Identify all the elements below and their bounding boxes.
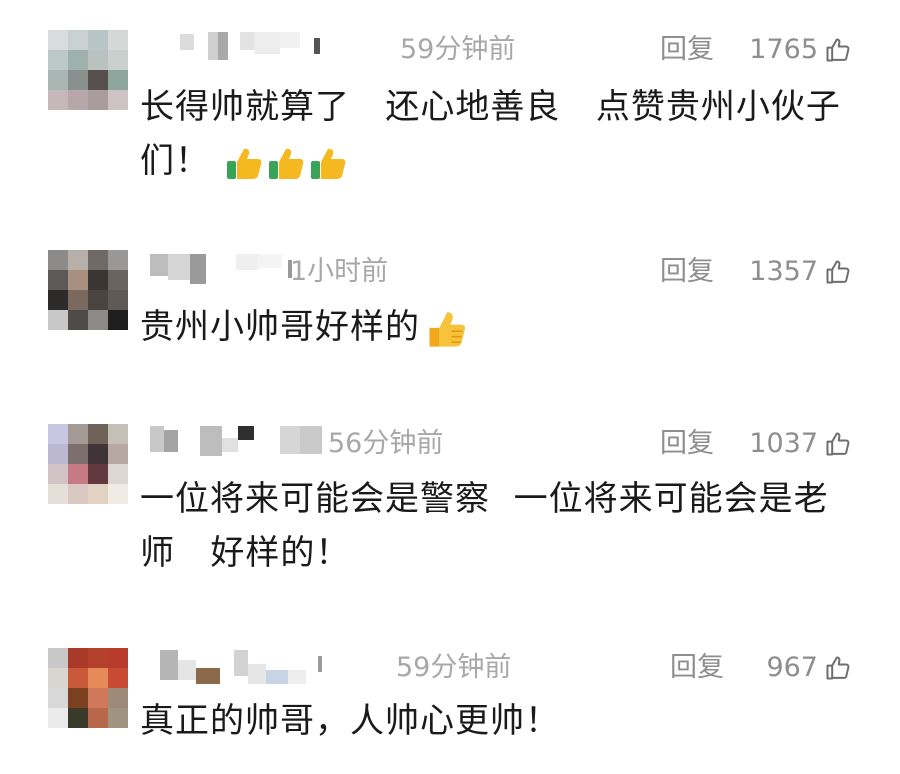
thumbs-up-outline-icon <box>826 656 850 680</box>
thumbs-up-icon <box>227 148 262 179</box>
like-button[interactable]: 1037 <box>749 424 852 464</box>
avatar[interactable] <box>48 250 128 330</box>
avatar[interactable] <box>48 30 128 110</box>
username-blurred[interactable] <box>160 650 322 684</box>
username-blurred[interactable] <box>150 426 322 460</box>
reply-button[interactable]: 回复 <box>670 648 724 688</box>
username-blurred[interactable] <box>180 32 320 66</box>
comment-header: 1小时前 回复 1357 <box>140 252 860 292</box>
comment-text: 一位将来可能会是警察 一位将来可能会是老师 好样的！ <box>140 472 860 580</box>
username-blurred[interactable] <box>150 254 292 288</box>
comment-time: 59分钟前 <box>400 34 516 65</box>
like-button[interactable]: 1357 <box>749 252 852 292</box>
reply-button[interactable]: 回复 <box>660 252 714 292</box>
comment-text: 长得帅就算了 还心地善良 点赞贵州小伙子们！ <box>140 80 860 188</box>
reply-button[interactable]: 回复 <box>660 30 714 70</box>
comment-header: 59分钟前 回复 1765 <box>140 30 860 70</box>
comment-time: 59分钟前 <box>396 652 512 683</box>
emoji-group <box>224 143 348 183</box>
like-button[interactable]: 1765 <box>749 30 852 70</box>
like-count: 1037 <box>749 428 818 459</box>
reply-button[interactable]: 回复 <box>660 424 714 464</box>
comment-text: 贵州小帅哥好样的 <box>140 300 860 354</box>
thumbs-up-icon <box>311 148 346 179</box>
comment-time: 56分钟前 <box>328 428 444 459</box>
emoji-group <box>424 307 468 351</box>
comment-time: 1小时前 <box>290 256 389 287</box>
comment-header: 59分钟前 回复 967 <box>140 648 860 688</box>
comment-header: 56分钟前 回复 1037 <box>140 424 860 464</box>
thumbs-up-outline-icon <box>826 260 850 284</box>
comment-text-content: 贵州小帅哥好样的 <box>140 307 420 347</box>
comment-text: 真正的帅哥，人帅心更帅！ <box>140 694 860 748</box>
thumbs-up-outline-icon <box>826 432 850 456</box>
like-count: 1765 <box>749 34 818 65</box>
like-count: 967 <box>766 652 818 683</box>
thumbs-up-icon <box>269 148 304 179</box>
comment-text-content: 一位将来可能会是警察 一位将来可能会是老师 好样的！ <box>140 479 829 573</box>
thumbs-up-outline-icon <box>826 38 850 62</box>
avatar[interactable] <box>48 424 128 504</box>
comment-list: 59分钟前 回复 1765 长得帅就算了 还心地善良 点赞贵州小伙子们！ 1小时… <box>0 0 900 774</box>
thumbs-up-icon <box>429 311 466 347</box>
comment-text-content: 真正的帅哥，人帅心更帅！ <box>140 701 560 741</box>
avatar[interactable] <box>48 648 128 728</box>
like-button[interactable]: 967 <box>766 648 852 688</box>
like-count: 1357 <box>749 256 818 287</box>
